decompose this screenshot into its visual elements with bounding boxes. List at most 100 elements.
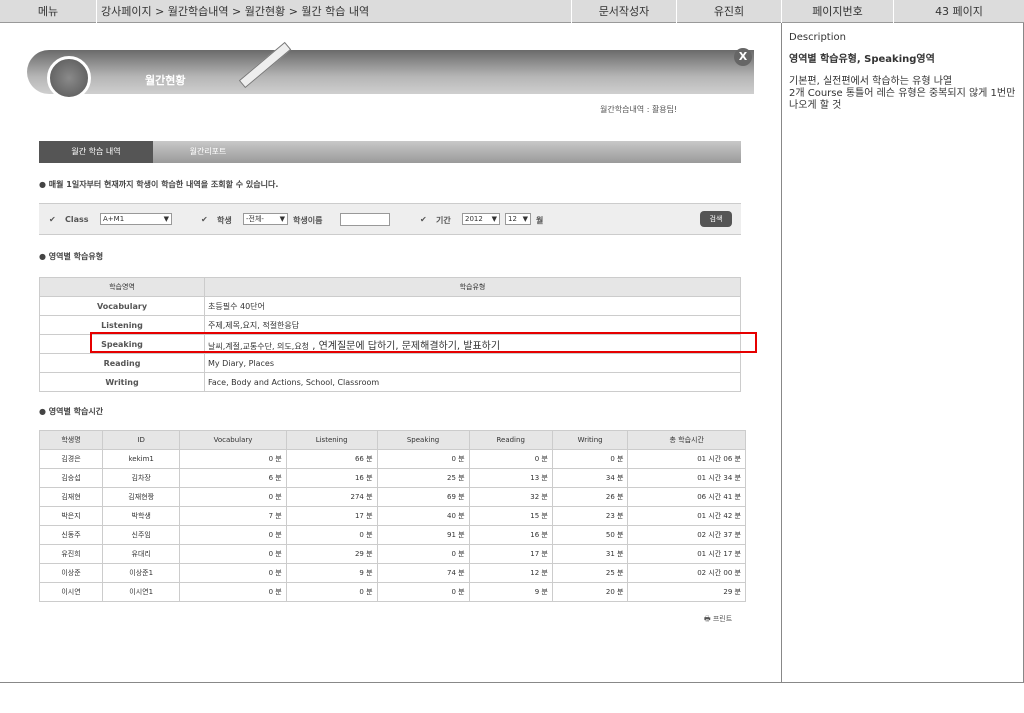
- description-panel: Description 영역별 학습유형, Speaking영역 기본편, 실전…: [781, 23, 1024, 683]
- table-cell: 김차장: [102, 468, 181, 488]
- table-cell: kekim1: [102, 449, 181, 469]
- page-number-label: 페이지번호: [782, 0, 894, 23]
- menu-label: 메뉴: [0, 0, 97, 23]
- chevron-down-icon: ▼: [522, 215, 528, 223]
- top-header-bar: 메뉴 강사페이지 > 월간학습내역 > 월간현황 > 월간 학습 내역 문서작성…: [0, 0, 1024, 23]
- table-cell: 김승섭: [38, 468, 104, 488]
- table-cell: 이시연1: [102, 582, 181, 602]
- table-cell: 16 분: [285, 468, 378, 488]
- table-row: Reading My Diary, Places: [39, 353, 741, 373]
- table-cell: 15 분: [468, 506, 553, 526]
- table-row: 김재현 김재현짱 0 분 274 분 69 분 32 분 26 분 06 시간 41 분: [38, 487, 746, 507]
- table-cell: 13 분: [468, 468, 553, 488]
- table-header: ID: [102, 430, 181, 450]
- month-select[interactable]: 12 ▼: [505, 213, 531, 225]
- table-cell: 01 시간 42 분: [627, 506, 746, 526]
- table-row: Writing Face, Body and Actions, School, …: [39, 372, 741, 392]
- table-cell: 0 분: [376, 582, 470, 602]
- info-note: ● 매월 1일자부터 현재까지 학생이 학습한 내역을 조회할 수 있습니다.: [39, 180, 279, 189]
- table-cell: 0 분: [179, 544, 287, 564]
- table-cell: 0 분: [179, 563, 287, 583]
- table-cell: 김재현: [38, 487, 104, 507]
- table-cell: 0 분: [285, 525, 378, 545]
- table-cell: 31 분: [551, 544, 629, 564]
- table-header: Vocabulary: [179, 430, 287, 450]
- table-header: 학습유형: [204, 277, 741, 297]
- table-cell: 17 분: [468, 544, 553, 564]
- table-cell: 유진희: [38, 544, 104, 564]
- table-cell: 274 분: [285, 487, 378, 507]
- check-icon: ✔: [201, 215, 208, 224]
- description-line-1: 기본편, 실전편에서 학습하는 유형 나열: [789, 76, 953, 87]
- class-label: Class: [65, 215, 89, 224]
- table-header: Speaking: [376, 430, 470, 450]
- table-cell: 신주임: [102, 525, 181, 545]
- learning-time-table: 학생명 ID Vocabulary Listening Speaking Reading W…: [38, 430, 746, 602]
- student-name-input[interactable]: [340, 213, 390, 226]
- author-label: 문서작성자: [572, 0, 677, 23]
- table-cell: 16 분: [468, 525, 553, 545]
- table-cell: 신동주: [38, 525, 104, 545]
- table-cell: 02 시간 37 분: [627, 525, 746, 545]
- student-name-label: 학생이름: [293, 216, 323, 225]
- breadcrumb: 강사페이지 > 월간학습내역 > 월간현황 > 월간 학습 내역: [97, 0, 572, 23]
- chevron-down-icon: ▼: [491, 215, 497, 223]
- table-cell: 06 시간 41 분: [627, 487, 746, 507]
- description-line-2: 2개 Course 통틀어 레슨 유형은 중복되지 않게 1번만 나오게 할 것: [789, 88, 1016, 111]
- table-cell: 25 분: [551, 563, 629, 583]
- table-header: Writing: [551, 430, 629, 450]
- table-cell: 0 분: [179, 525, 287, 545]
- table-cell: 66 분: [285, 449, 378, 469]
- table-cell: 25 분: [376, 468, 470, 488]
- table-cell: 74 분: [376, 563, 470, 583]
- table-cell: 9 분: [468, 582, 553, 602]
- table-cell: 박은지: [38, 506, 104, 526]
- table-header: Reading: [468, 430, 553, 450]
- tab-monthly-report[interactable]: 월간리포트: [153, 141, 263, 163]
- page-number: 43 페이지: [935, 5, 983, 18]
- printer-icon: 🖶: [704, 615, 711, 623]
- chevron-down-icon: ▼: [279, 215, 285, 223]
- table-row: 김경은 kekim1 0 분 66 분0 분0 분0 분 01 시간 06 분: [38, 449, 746, 469]
- table-cell: 26 분: [551, 487, 629, 507]
- table-row: 유진희 유대리 0 분 29 분0 분 17 분 31 분 01 시간 17 분: [38, 544, 746, 564]
- table-cell: 50 분: [551, 525, 629, 545]
- table-cell: 9 분: [285, 563, 378, 583]
- table-cell: 01 시간 34 분: [627, 468, 746, 488]
- table-header: 학생명: [38, 430, 104, 450]
- clock-icon: [47, 56, 91, 100]
- student-select[interactable]: -전체- ▼: [243, 213, 288, 225]
- table-header: 총 학습시간: [627, 430, 746, 450]
- table-cell: 0 분: [468, 449, 553, 469]
- author-name: 유진희: [677, 0, 782, 23]
- table-cell: 0 분: [551, 449, 629, 469]
- table-row: 김승섭 김차장 6 분 16 분 25 분 13 분 34 분 01 시간 34 분: [38, 468, 746, 488]
- table-row: 이상준 이상준1 0 분9 분 74 분 12 분 25 분 02 시간 00 분: [38, 563, 746, 583]
- table-cell: 0 분: [376, 544, 470, 564]
- table-cell: 이상준: [38, 563, 104, 583]
- table-row: 박은지 박학생 7 분 17 분 40 분 15 분 23 분 01 시간 42 분: [38, 506, 746, 526]
- table-cell: 34 분: [551, 468, 629, 488]
- table-cell: 0 분: [376, 449, 470, 469]
- sub-navigation[interactable]: 월간학습내역 : 활용팁!: [600, 104, 677, 115]
- search-button[interactable]: 검색: [700, 211, 732, 227]
- year-select[interactable]: 2012 ▼: [462, 213, 500, 225]
- table-cell: 20 분: [551, 582, 629, 602]
- student-label: 학생: [217, 216, 232, 225]
- table-cell: 이시연: [38, 582, 104, 602]
- section-title-learning-type: ● 영역별 학습유형: [39, 252, 104, 261]
- tab-monthly-history[interactable]: 월간 학습 내역: [39, 141, 153, 163]
- table-cell: 0 분: [179, 487, 287, 507]
- table-cell: 7 분: [179, 506, 287, 526]
- description-heading: 영역별 학습유형, Speaking영역: [789, 54, 935, 65]
- table-cell: 김경은: [38, 449, 104, 469]
- class-select[interactable]: A+M1 ▼: [100, 213, 172, 225]
- table-cell: 32 분: [468, 487, 553, 507]
- table-cell: 01 시간 06 분: [627, 449, 746, 469]
- print-button[interactable]: 🖶 프린트: [704, 614, 732, 626]
- close-button[interactable]: X: [734, 48, 752, 66]
- table-row: Vocabulary 초등필수 40단어: [39, 296, 741, 316]
- table-cell: 0 분: [179, 449, 287, 469]
- month-unit: 월: [536, 216, 544, 225]
- table-cell: 02 시간 00 분: [627, 563, 746, 583]
